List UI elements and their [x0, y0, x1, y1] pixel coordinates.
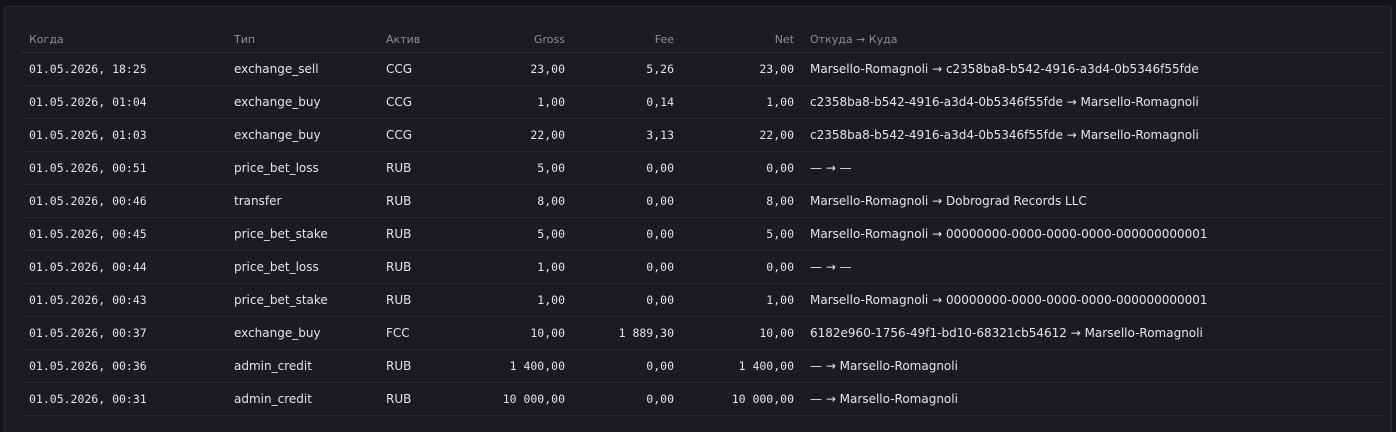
cell-net: 0,00 — [682, 250, 802, 284]
cell-fee: 0,00 — [573, 217, 682, 251]
cell-type: price_bet_loss — [226, 250, 378, 284]
cell-type: exchange_sell — [226, 52, 378, 86]
cell-gross: 22,00 — [464, 118, 573, 152]
cell-type: price_bet_stake — [226, 217, 378, 251]
cell-route: Marsello-Romagnoli → Dobrograd Records L… — [802, 184, 1384, 218]
column-header-net[interactable]: Net — [682, 26, 802, 53]
table-row[interactable]: 01.05.2026, 00:43 price_bet_stake RUB 1,00 0… — [21, 283, 1384, 317]
cell-when: 01.05.2026, 00:44 — [21, 250, 226, 284]
table-row[interactable]: 01.05.2026, 00:46 transfer RUB 8,00 0,00 8,00… — [21, 184, 1384, 218]
table-row[interactable]: 01.05.2026, 00:44 price_bet_loss RUB 1,00 0,… — [21, 250, 1384, 284]
cell-gross: 5,00 — [464, 217, 573, 251]
cell-type: price_bet_stake — [226, 283, 378, 317]
cell-when: 01.05.2026, 18:25 — [21, 52, 226, 86]
cell-net: 22,00 — [682, 118, 802, 152]
cell-fee: 1 889,30 — [573, 316, 682, 350]
cell-when: 01.05.2026, 00:45 — [21, 217, 226, 251]
column-header-gross[interactable]: Gross — [464, 26, 573, 53]
cell-net: 0,00 — [682, 151, 802, 185]
cell-type: admin_credit — [226, 382, 378, 416]
cell-when: 01.05.2026, 01:03 — [21, 118, 226, 152]
cell-when: 01.05.2026, 00:37 — [21, 316, 226, 350]
cell-gross: 10,00 — [464, 316, 573, 350]
cell-net: 23,00 — [682, 52, 802, 86]
cell-gross: 1,00 — [464, 85, 573, 119]
cell-asset: RUB — [378, 184, 464, 218]
transactions-table: Когда Тип Актив Gross Fee Net Откуда → К… — [21, 26, 1384, 416]
cell-net: 10,00 — [682, 316, 802, 350]
cell-type: price_bet_loss — [226, 151, 378, 185]
cell-route: — → Marsello-Romagnoli — [802, 382, 1384, 416]
cell-type: exchange_buy — [226, 85, 378, 119]
cell-asset: RUB — [378, 151, 464, 185]
cell-when: 01.05.2026, 00:43 — [21, 283, 226, 317]
cell-gross: 1 400,00 — [464, 349, 573, 383]
cell-route: Marsello-Romagnoli → c2358ba8-b542-4916-… — [802, 52, 1384, 86]
cell-fee: 0,00 — [573, 184, 682, 218]
table-row[interactable]: 01.05.2026, 00:36 admin_credit RUB 1 400,00… — [21, 349, 1384, 383]
cell-fee: 3,13 — [573, 118, 682, 152]
cell-asset: FCC — [378, 316, 464, 350]
cell-gross: 5,00 — [464, 151, 573, 185]
cell-fee: 0,00 — [573, 349, 682, 383]
column-header-route[interactable]: Откуда → Куда — [802, 26, 1384, 53]
cell-fee: 0,00 — [573, 382, 682, 416]
cell-route: Marsello-Romagnoli → 00000000-0000-0000-… — [802, 283, 1384, 317]
cell-asset: RUB — [378, 283, 464, 317]
table-row[interactable]: 01.05.2026, 00:37 exchange_buy FCC 10,00 1 8… — [21, 316, 1384, 350]
column-header-fee[interactable]: Fee — [573, 26, 682, 53]
cell-route: — → Marsello-Romagnoli — [802, 349, 1384, 383]
cell-when: 01.05.2026, 00:46 — [21, 184, 226, 218]
cell-type: exchange_buy — [226, 118, 378, 152]
column-header-type[interactable]: Тип — [226, 26, 378, 53]
table-body: 01.05.2026, 18:25 exchange_sell CCG 23,00 5,… — [21, 52, 1384, 416]
cell-type: transfer — [226, 184, 378, 218]
table-header-row: Когда Тип Актив Gross Fee Net Откуда → К… — [21, 26, 1384, 53]
cell-route: c2358ba8-b542-4916-a3d4-0b5346f55fde → M… — [802, 118, 1384, 152]
cell-type: admin_credit — [226, 349, 378, 383]
cell-route: — → — — [802, 250, 1384, 284]
cell-route: 6182e960-1756-49f1-bd10-68321cb54612 → M… — [802, 316, 1384, 350]
cell-asset: RUB — [378, 382, 464, 416]
cell-gross: 23,00 — [464, 52, 573, 86]
cell-asset: RUB — [378, 250, 464, 284]
cell-gross: 1,00 — [464, 283, 573, 317]
cell-asset: RUB — [378, 217, 464, 251]
cell-asset: CCG — [378, 118, 464, 152]
cell-gross: 10 000,00 — [464, 382, 573, 416]
cell-gross: 1,00 — [464, 250, 573, 284]
column-header-asset[interactable]: Актив — [378, 26, 464, 53]
transactions-panel: Когда Тип Актив Gross Fee Net Откуда → К… — [4, 6, 1392, 432]
column-header-when[interactable]: Когда — [21, 26, 226, 53]
cell-gross: 8,00 — [464, 184, 573, 218]
cell-net: 5,00 — [682, 217, 802, 251]
cell-when: 01.05.2026, 01:04 — [21, 85, 226, 119]
table-row[interactable]: 01.05.2026, 00:51 price_bet_loss RUB 5,00 0,… — [21, 151, 1384, 185]
cell-fee: 5,26 — [573, 52, 682, 86]
cell-type: exchange_buy — [226, 316, 378, 350]
table-row[interactable]: 01.05.2026, 00:31 admin_credit RUB 10 000,0… — [21, 382, 1384, 416]
cell-when: 01.05.2026, 00:36 — [21, 349, 226, 383]
table-row[interactable]: 01.05.2026, 00:45 price_bet_stake RUB 5,00 0… — [21, 217, 1384, 251]
cell-when: 01.05.2026, 00:31 — [21, 382, 226, 416]
cell-net: 10 000,00 — [682, 382, 802, 416]
cell-fee: 0,00 — [573, 151, 682, 185]
cell-net: 1 400,00 — [682, 349, 802, 383]
cell-asset: CCG — [378, 52, 464, 86]
cell-route: Marsello-Romagnoli → 00000000-0000-0000-… — [802, 217, 1384, 251]
cell-fee: 0,00 — [573, 283, 682, 317]
cell-when: 01.05.2026, 00:51 — [21, 151, 226, 185]
cell-net: 1,00 — [682, 85, 802, 119]
cell-route: — → — — [802, 151, 1384, 185]
cell-net: 8,00 — [682, 184, 802, 218]
cell-asset: CCG — [378, 85, 464, 119]
table-row[interactable]: 01.05.2026, 01:04 exchange_buy CCG 1,00 0,14… — [21, 85, 1384, 119]
table-row[interactable]: 01.05.2026, 18:25 exchange_sell CCG 23,00 5,… — [21, 52, 1384, 86]
cell-route: c2358ba8-b542-4916-a3d4-0b5346f55fde → M… — [802, 85, 1384, 119]
cell-fee: 0,00 — [573, 250, 682, 284]
table-row[interactable]: 01.05.2026, 01:03 exchange_buy CCG 22,00 3,1… — [21, 118, 1384, 152]
cell-asset: RUB — [378, 349, 464, 383]
cell-net: 1,00 — [682, 283, 802, 317]
cell-fee: 0,14 — [573, 85, 682, 119]
